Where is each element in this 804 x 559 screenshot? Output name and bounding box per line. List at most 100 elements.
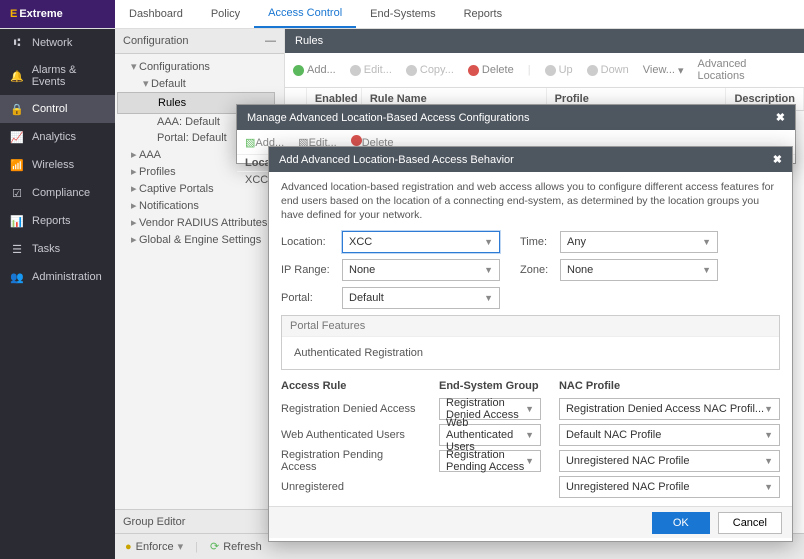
tree-default[interactable]: ▾Default bbox=[117, 75, 282, 92]
tree-vendor-radius[interactable]: ▸Vendor RADIUS Attributes bbox=[117, 214, 282, 231]
location-field-row: Location: XCC▼ bbox=[281, 231, 500, 253]
tree-label: Vendor RADIUS Attributes bbox=[139, 217, 267, 229]
add-advanced-location-modal: Add Advanced Location-Based Access Behav… bbox=[268, 146, 793, 542]
tab-policy[interactable]: Policy bbox=[197, 0, 254, 28]
modal2-close-button[interactable]: ✖ bbox=[773, 153, 782, 166]
time-label: Time: bbox=[520, 236, 554, 248]
tree-label: Profiles bbox=[139, 166, 176, 178]
delete-button[interactable]: Delete bbox=[468, 64, 514, 76]
tb-label: Delete bbox=[482, 64, 514, 76]
tab-dashboard[interactable]: Dashboard bbox=[115, 0, 197, 28]
nav-reports[interactable]: 📊Reports bbox=[0, 207, 115, 235]
collapse-icon[interactable]: — bbox=[265, 35, 276, 47]
copy-button[interactable]: Copy... bbox=[406, 64, 454, 76]
copy-icon bbox=[406, 65, 417, 76]
modal2-footer: OK Cancel bbox=[269, 506, 792, 538]
rule-label: Registration Denied Access bbox=[281, 398, 421, 420]
col-header: End-System Group bbox=[439, 380, 541, 392]
nac-select-2[interactable]: Unregistered NAC Profile ▼ bbox=[559, 450, 780, 472]
iprange-select[interactable]: None▼ bbox=[342, 259, 500, 281]
nav-wireless[interactable]: 📶Wireless bbox=[0, 151, 115, 179]
access-rule-column: Access Rule Registration Denied Access W… bbox=[281, 380, 421, 502]
nav-control[interactable]: 🔒Control bbox=[0, 95, 115, 123]
chevron-down-icon: ▼ bbox=[764, 482, 773, 492]
time-field-row: Time: Any ▼ bbox=[520, 231, 718, 253]
up-button[interactable]: Up bbox=[545, 64, 573, 76]
tree-label: Captive Portals bbox=[139, 183, 214, 195]
nav-network[interactable]: ⑆Network bbox=[0, 29, 115, 57]
select-value: XCC bbox=[349, 236, 372, 248]
nac-select-1[interactable]: Default NAC Profile ▼ bbox=[559, 424, 780, 446]
nac-select-0[interactable]: Registration Denied Access NAC Profil...… bbox=[559, 398, 780, 420]
refresh-button[interactable]: ⟳Refresh bbox=[210, 540, 262, 553]
check-icon: ☑ bbox=[10, 186, 24, 200]
users-icon: 👥 bbox=[10, 270, 24, 284]
rules-toolbar: Add... Edit... Copy... Delete | Up Down … bbox=[285, 53, 804, 88]
tab-end-systems[interactable]: End-Systems bbox=[356, 0, 449, 28]
tree-label: Notifications bbox=[139, 200, 199, 212]
nav-label: Analytics bbox=[32, 131, 76, 143]
refresh-icon: ⟳ bbox=[210, 540, 219, 553]
add-button[interactable]: Add... bbox=[293, 64, 336, 76]
zone-select[interactable]: None ▼ bbox=[560, 259, 718, 281]
portal-select[interactable]: Default▼ bbox=[342, 287, 500, 309]
nav-analytics[interactable]: 📈Analytics bbox=[0, 123, 115, 151]
up-icon bbox=[545, 65, 556, 76]
chevron-down-icon: ▼ bbox=[484, 265, 493, 275]
tree-notifications[interactable]: ▸Notifications bbox=[117, 197, 282, 214]
select-value: Any bbox=[567, 236, 586, 248]
tb-label: Copy... bbox=[420, 64, 454, 76]
chevron-down-icon: ▼ bbox=[484, 293, 493, 303]
esg-select-1[interactable]: Web Authenticated Users▼ bbox=[439, 424, 541, 446]
nav-label: Administration bbox=[32, 271, 102, 283]
nav-label: Compliance bbox=[32, 187, 90, 199]
nav-alarms[interactable]: 🔔Alarms & Events bbox=[0, 57, 115, 95]
config-title: Configuration bbox=[123, 35, 188, 47]
tb-label: View... bbox=[643, 64, 675, 76]
ok-button[interactable]: OK bbox=[652, 512, 710, 534]
modal1-close-button[interactable]: ✖ bbox=[776, 111, 785, 124]
left-nav: ⑆Network 🔔Alarms & Events 🔒Control 📈Anal… bbox=[0, 29, 115, 559]
down-button[interactable]: Down bbox=[587, 64, 629, 76]
group-editor-panel[interactable]: Group Editor bbox=[115, 509, 284, 534]
chevron-down-icon: ▼ bbox=[764, 430, 773, 440]
chevron-down-icon: ▼ bbox=[484, 237, 493, 247]
view-button[interactable]: View... ▾ bbox=[643, 64, 684, 77]
select-value: None bbox=[567, 264, 593, 276]
nav-compliance[interactable]: ☑ Compliance bbox=[0, 179, 115, 207]
nav-tasks[interactable]: ☰Tasks bbox=[0, 235, 115, 263]
nav-admin[interactable]: 👥 Administration bbox=[0, 263, 115, 291]
rules-title-bar: Rules bbox=[285, 29, 804, 53]
rule-label: Registration Pending Access bbox=[281, 450, 421, 472]
esg-select-2[interactable]: Registration Pending Access▼ bbox=[439, 450, 541, 472]
advanced-locations-button[interactable]: Advanced Locations bbox=[698, 58, 797, 82]
select-value: Default NAC Profile bbox=[566, 429, 661, 441]
chevron-down-icon: ▼ bbox=[764, 404, 773, 414]
nav-label: Wireless bbox=[32, 159, 74, 171]
modal1-title: Manage Advanced Location-Based Access Co… bbox=[247, 112, 530, 124]
enforce-button[interactable]: ●Enforce ▾ bbox=[125, 540, 183, 553]
edit-button[interactable]: Edit... bbox=[350, 64, 392, 76]
tab-access-control[interactable]: Access Control bbox=[254, 0, 356, 28]
chevron-down-icon: ▼ bbox=[702, 237, 711, 247]
location-select[interactable]: XCC ▼ bbox=[342, 231, 500, 253]
end-system-group-column: End-System Group Registration Denied Acc… bbox=[439, 380, 541, 502]
time-select[interactable]: Any ▼ bbox=[560, 231, 718, 253]
iprange-label: IP Range: bbox=[281, 264, 336, 276]
chevron-down-icon: ▼ bbox=[764, 456, 773, 466]
tree-label: AAA bbox=[139, 149, 161, 161]
chevron-down-icon: ▼ bbox=[702, 265, 711, 275]
tb-label: Add... bbox=[307, 64, 336, 76]
tree-global-engine[interactable]: ▸Global & Engine Settings bbox=[117, 231, 282, 248]
cancel-button[interactable]: Cancel bbox=[718, 512, 782, 534]
delete-icon bbox=[351, 135, 362, 146]
select-value: Unregistered NAC Profile bbox=[566, 455, 690, 467]
nav-label: Control bbox=[32, 103, 67, 115]
btn-label: Enforce bbox=[136, 541, 174, 553]
config-header[interactable]: Configuration — bbox=[115, 29, 284, 54]
nac-select-3[interactable]: Unregistered NAC Profile▼ bbox=[559, 476, 780, 498]
tree-configurations[interactable]: ▾Configurations bbox=[117, 58, 282, 75]
modal1-head[interactable]: Manage Advanced Location-Based Access Co… bbox=[237, 105, 795, 130]
modal2-head[interactable]: Add Advanced Location-Based Access Behav… bbox=[269, 147, 792, 172]
tab-reports[interactable]: Reports bbox=[450, 0, 517, 28]
